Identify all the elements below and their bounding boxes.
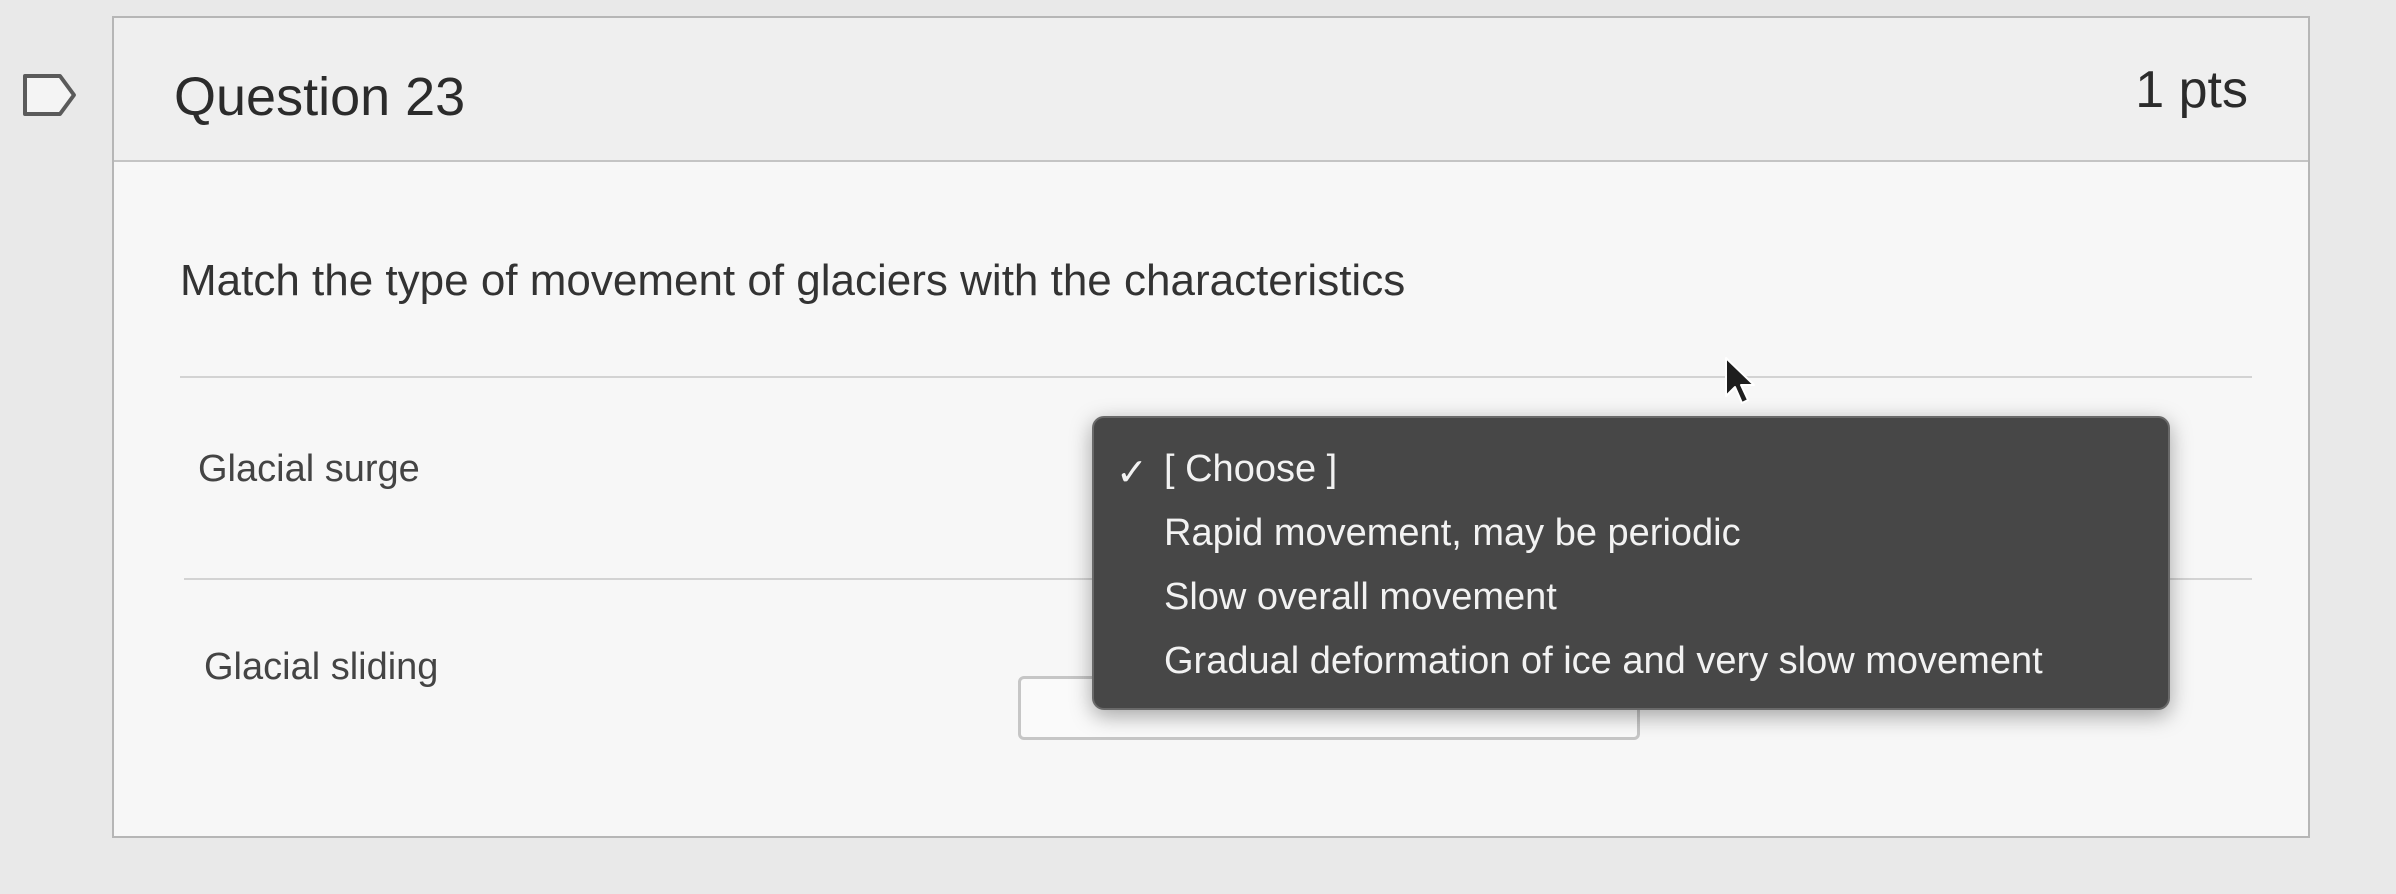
match-row-label: Glacial sliding xyxy=(204,646,439,688)
question-title: Question 23 xyxy=(174,67,466,127)
divider xyxy=(180,376,2252,378)
question-points: 1 pts xyxy=(2135,61,2248,119)
dropdown-option-choose[interactable]: [ Choose ] xyxy=(1164,448,1337,491)
flag-question-button[interactable] xyxy=(22,72,78,118)
checkmark-icon: ✓ xyxy=(1116,452,1148,494)
question-card: Question 23 1 pts Match the type of move… xyxy=(112,16,2310,838)
flag-icon xyxy=(23,74,76,116)
mouse-pointer-icon xyxy=(1725,357,1755,404)
match-row-label: Glacial surge xyxy=(198,448,420,490)
dropdown-option-gradual-deformation[interactable]: Gradual deformation of ice and very slow… xyxy=(1164,640,2043,683)
answer-dropdown-menu[interactable]: ✓ [ Choose ] Rapid movement, may be peri… xyxy=(1092,416,2170,710)
dropdown-option-slow-overall[interactable]: Slow overall movement xyxy=(1164,576,1557,619)
question-prompt: Match the type of movement of glaciers w… xyxy=(180,256,1406,305)
question-header: Question 23 1 pts xyxy=(114,18,2308,162)
dropdown-option-rapid-movement[interactable]: Rapid movement, may be periodic xyxy=(1164,512,1741,555)
